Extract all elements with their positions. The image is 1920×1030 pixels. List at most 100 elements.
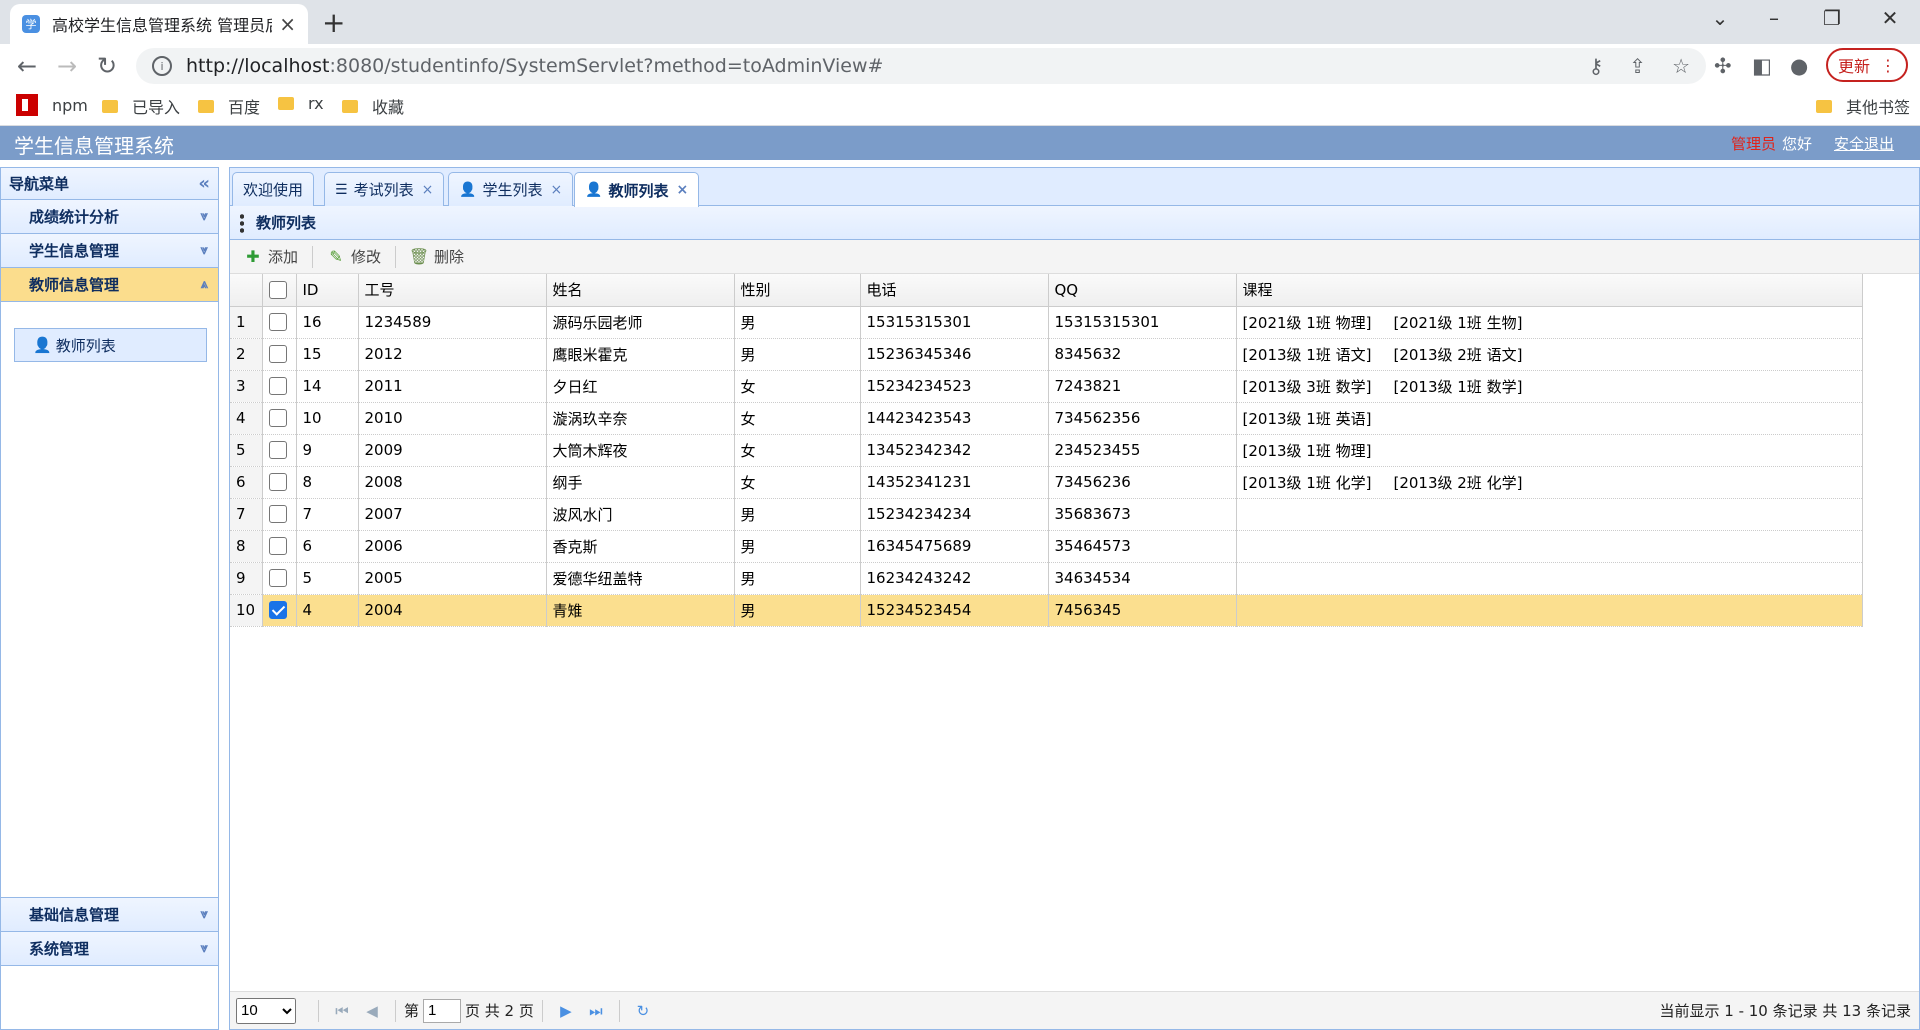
record-info: 当前显示 1 - 10 条记录 共 13 条记录 (1659, 1002, 1911, 1020)
page-number-input[interactable] (423, 998, 462, 1023)
sidebar-item-basic-info[interactable]: 基础信息管理 ⩔ (1, 898, 218, 932)
course-tag: [2013级 1班 化学] (1242, 473, 1372, 492)
table-row[interactable]: 6 8 2008 纲手女 14352341231 73456236 [2013级 1班 化学… (230, 466, 1863, 499)
sidebar-item-teacher-management[interactable]: 教师信息管理 ⩓ (1, 268, 218, 302)
tab-exam-list[interactable]: ☰ 考试列表 × (324, 172, 445, 206)
url-input[interactable]: i http://localhost:8080/studentinfo/Syst… (136, 48, 1706, 84)
last-page-icon[interactable]: ⏭ (581, 1002, 611, 1020)
update-button[interactable]: 更新 ⋮ (1826, 48, 1908, 82)
restore-icon[interactable]: ❐ (1812, 6, 1852, 30)
column-header-phone[interactable]: 电话 (860, 274, 1049, 307)
side-panel-icon[interactable]: ◧ (1752, 54, 1772, 78)
row-checkbox[interactable] (262, 594, 297, 627)
row-number: 3 (230, 370, 263, 403)
bookmark-imported[interactable]: 已导入 (102, 94, 180, 118)
nav-sidebar: 导航菜单 « 成绩统计分析 ⩔ 学生信息管理 ⩔ 教师信息管理 ⩓ 👤 教师列表 基础… (0, 167, 219, 1030)
cell-staff-no: 2006 (358, 530, 547, 563)
table-row[interactable]: 2 15 2012 鹰眼米霍克男 15236345346 8345632 [2013级 1班… (230, 338, 1863, 371)
collapse-icon[interactable]: « (198, 173, 210, 194)
select-all-checkbox[interactable] (262, 274, 297, 307)
sidebar-item-system-management[interactable]: 系统管理 ⩔ (1, 932, 218, 966)
row-checkbox[interactable] (262, 370, 297, 403)
cell-qq: 34634534 (1048, 562, 1237, 595)
close-icon[interactable]: × (550, 182, 562, 198)
tab-teacher-list[interactable]: 👤 教师列表 × (574, 172, 700, 207)
pencil-icon: ✎ (329, 247, 343, 266)
key-icon[interactable]: ⚷ (1589, 54, 1604, 78)
row-checkbox[interactable] (262, 306, 297, 339)
course-tag: [2021级 1班 生物] (1393, 313, 1523, 332)
sidebar-panel-body: 👤 教师列表 (1, 302, 218, 898)
row-checkbox[interactable] (262, 434, 297, 467)
cell-courses: [2021级 1班 物理] [2021级 1班 生物] (1236, 306, 1863, 339)
profile-icon[interactable]: ● (1790, 54, 1808, 78)
browser-tab[interactable]: 学 高校学生信息管理系统 管理员后台 × (10, 4, 308, 44)
bookmark-rx[interactable]: rx (278, 94, 324, 113)
star-icon[interactable]: ☆ (1672, 54, 1690, 78)
close-window-icon[interactable]: ✕ (1870, 6, 1910, 30)
row-number: 4 (230, 402, 263, 435)
table-row[interactable]: 10 4 2004 青雉男 15234523454 7456345 (230, 594, 1863, 627)
close-icon[interactable]: × (676, 182, 688, 198)
cell-phone: 15234234523 (860, 370, 1049, 403)
next-page-icon[interactable]: ▶ (551, 1002, 581, 1020)
reload-icon[interactable]: ↻ (90, 52, 124, 80)
row-checkbox[interactable] (262, 466, 297, 499)
prev-page-icon[interactable]: ◀ (357, 1002, 387, 1020)
column-header-name[interactable]: 姓名 (546, 274, 735, 307)
tab-search-icon[interactable]: ⌄ (1700, 6, 1740, 30)
delete-button[interactable]: 🗑 删除 (402, 246, 472, 267)
browser-tab-bar: 学 高校学生信息管理系统 管理员后台 × + ⌄ – ❐ ✕ (0, 0, 1920, 44)
row-checkbox[interactable] (262, 338, 297, 371)
site-info-icon[interactable]: i (152, 56, 172, 76)
bookmark-baidu[interactable]: 百度 (198, 94, 260, 118)
row-checkbox[interactable] (262, 530, 297, 563)
row-checkbox[interactable] (262, 402, 297, 435)
column-header-staff-no[interactable]: 工号 (358, 274, 547, 307)
refresh-icon[interactable]: ↻ (628, 1002, 658, 1020)
update-label: 更新 (1837, 57, 1870, 76)
logout-link[interactable]: 安全退出 (1834, 133, 1894, 154)
table-row[interactable]: 7 7 2007 波风水门男 15234234234 35683673 (230, 498, 1863, 531)
tab-welcome[interactable]: 欢迎使用 (232, 172, 315, 206)
tab-close-icon[interactable]: × (279, 12, 296, 36)
cell-gender: 女 (734, 370, 861, 403)
column-header-qq[interactable]: QQ (1048, 274, 1237, 307)
table-row[interactable]: 3 14 2011 夕日红女 15234234523 7243821 [2013级 3班 数… (230, 370, 1863, 403)
forward-icon[interactable]: → (50, 52, 84, 80)
table-row[interactable]: 1 16 1234589 源码乐园老师男 15315315301 15315315301[… (230, 306, 1863, 339)
column-header-id[interactable]: ID (296, 274, 359, 307)
close-icon[interactable]: × (422, 182, 434, 198)
bookmark-other[interactable]: 其他书签 (1816, 94, 1910, 118)
sidebar-link-teacher-list[interactable]: 👤 教师列表 (14, 328, 207, 362)
folder-icon (278, 97, 294, 110)
share-icon[interactable]: ⇪ (1629, 54, 1646, 78)
sidebar-item-student-management[interactable]: 学生信息管理 ⩔ (1, 234, 218, 268)
add-button[interactable]: ✚ 添加 (236, 246, 306, 267)
cell-name: 纲手 (546, 466, 735, 499)
back-icon[interactable]: ← (10, 52, 44, 80)
table-row[interactable]: 5 9 2009 大筒木辉夜女 13452342342 234523455 [2013级 1… (230, 434, 1863, 467)
extensions-icon[interactable]: ✣ (1714, 54, 1732, 78)
divider (618, 999, 620, 1022)
cell-id: 6 (296, 530, 359, 563)
row-number: 8 (230, 530, 263, 563)
browser-tab-title: 高校学生信息管理系统 管理员后台 (52, 16, 272, 35)
bookmark-favorites[interactable]: 收藏 (342, 94, 404, 118)
row-checkbox[interactable] (262, 498, 297, 531)
edit-button[interactable]: ✎ 修改 (319, 246, 389, 267)
column-header-courses[interactable]: 课程 (1236, 274, 1863, 307)
tab-student-list[interactable]: 👤 学生列表 × (448, 172, 574, 206)
new-tab-icon[interactable]: + (322, 6, 345, 39)
cell-name: 爱德华纽盖特 (546, 562, 735, 595)
column-header-gender[interactable]: 性别 (734, 274, 861, 307)
table-row[interactable]: 9 5 2005 爱德华纽盖特男 16234243242 34634534 (230, 562, 1863, 595)
bookmark-npm[interactable]: npm (16, 94, 88, 116)
table-row[interactable]: 8 6 2006 香克斯男 16345475689 35464573 (230, 530, 1863, 563)
page-size-select[interactable]: 10 (236, 997, 296, 1024)
minimize-icon[interactable]: – (1754, 6, 1794, 30)
table-row[interactable]: 4 10 2010 漩涡玖辛奈女 14423423543 734562356 [2013级 … (230, 402, 1863, 435)
row-checkbox[interactable] (262, 562, 297, 595)
sidebar-item-score-analysis[interactable]: 成绩统计分析 ⩔ (1, 200, 218, 234)
first-page-icon[interactable]: ⏮ (327, 1002, 357, 1020)
